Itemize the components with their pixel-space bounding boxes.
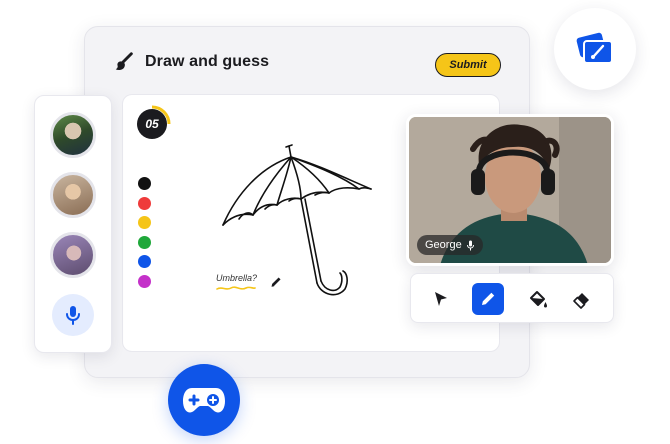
cards-brush-icon bbox=[576, 32, 613, 64]
color-swatch-yellow[interactable] bbox=[138, 216, 151, 229]
pencil-icon[interactable] bbox=[269, 275, 283, 289]
avatar[interactable] bbox=[50, 172, 96, 218]
new-game-bubble[interactable] bbox=[168, 364, 240, 436]
countdown-timer: 05 bbox=[137, 109, 167, 139]
fill-tool-button[interactable] bbox=[522, 283, 554, 315]
color-swatch-blue[interactable] bbox=[138, 255, 151, 268]
color-swatch-green[interactable] bbox=[138, 235, 151, 249]
pencil-icon bbox=[482, 292, 495, 305]
fill-bucket-icon bbox=[530, 291, 547, 308]
submit-button[interactable]: Submit bbox=[435, 53, 501, 77]
participant-name-tag: George bbox=[417, 235, 483, 255]
color-swatch-purple[interactable] bbox=[138, 274, 151, 288]
microphone-button[interactable] bbox=[52, 294, 94, 336]
yellow-squiggle bbox=[216, 286, 256, 290]
color-palette bbox=[138, 177, 151, 288]
select-tool-button[interactable] bbox=[425, 283, 457, 315]
microphone-icon bbox=[466, 240, 474, 250]
microphone-icon bbox=[66, 306, 80, 325]
participant-name: George bbox=[425, 239, 462, 251]
select-arrow-icon bbox=[435, 292, 447, 306]
video-tile[interactable]: George bbox=[406, 114, 614, 266]
avatar[interactable] bbox=[50, 112, 96, 158]
gallery-bubble[interactable] bbox=[554, 8, 636, 90]
pen-tool-button[interactable] bbox=[472, 283, 504, 315]
players-panel bbox=[34, 95, 112, 353]
drawing-toolbar bbox=[410, 273, 614, 323]
guess-label: Umbrella? bbox=[216, 273, 258, 283]
eraser-icon bbox=[573, 293, 589, 309]
color-swatch-black[interactable] bbox=[138, 177, 151, 190]
page-title: Draw and guess bbox=[145, 53, 270, 70]
paint-brush-icon bbox=[115, 52, 133, 70]
eraser-tool-button[interactable] bbox=[566, 283, 598, 315]
avatar[interactable] bbox=[50, 232, 96, 278]
color-swatch-red[interactable] bbox=[138, 196, 151, 210]
gamepad-plus-icon bbox=[183, 388, 225, 413]
card-header: Draw and guess bbox=[113, 51, 269, 73]
